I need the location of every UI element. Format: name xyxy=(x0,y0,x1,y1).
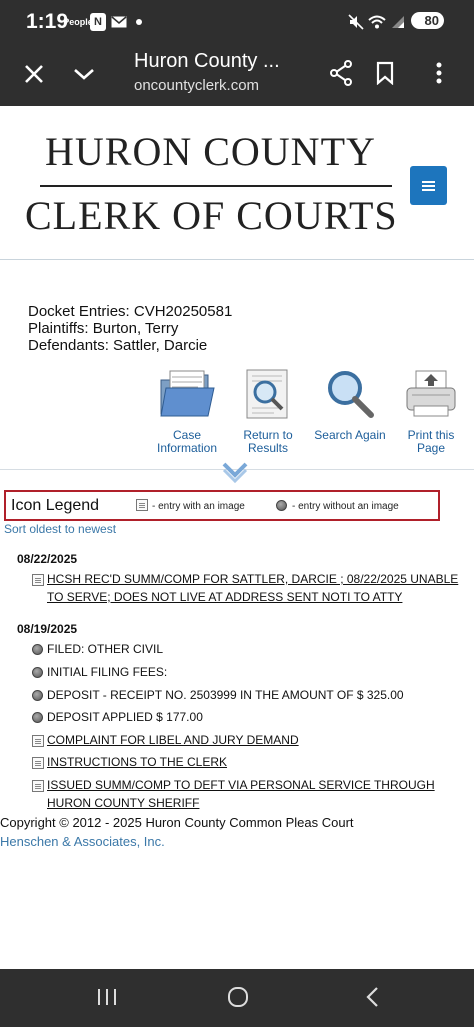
docket-number: Docket Entries: CVH20250581 xyxy=(28,303,233,320)
back-icon[interactable] xyxy=(362,986,384,1013)
document-icon xyxy=(32,574,44,586)
entry-text: DEPOSIT - RECEIPT NO. 2503999 IN THE AMO… xyxy=(47,688,404,702)
dot-icon xyxy=(32,644,43,655)
home-icon[interactable] xyxy=(227,986,249,1013)
logo-divider xyxy=(40,185,392,187)
search-again-button[interactable]: Search Again xyxy=(313,368,387,442)
entry-text: DEPOSIT APPLIED $ 177.00 xyxy=(47,710,203,724)
legend-title: Icon Legend xyxy=(11,497,100,514)
entry-date: 08/22/2025 xyxy=(17,552,78,566)
battery-indicator: 80 xyxy=(410,12,444,29)
entry-text[interactable]: COMPLAINT FOR LIBEL AND JURY DEMAND xyxy=(47,731,467,749)
url-display[interactable]: oncountyclerk.com xyxy=(134,77,259,94)
entry-text: FILED: OTHER CIVIL xyxy=(47,642,164,656)
document-icon xyxy=(32,735,44,747)
expand-chevron-icon[interactable] xyxy=(221,461,249,488)
print-page-button[interactable]: Print this Page xyxy=(400,368,462,455)
mail-icon xyxy=(111,13,127,31)
close-icon[interactable] xyxy=(20,60,48,88)
dot-icon xyxy=(32,690,43,701)
dot-icon xyxy=(276,500,287,511)
site-header: HURON COUNTY CLERK OF COURTS xyxy=(0,106,474,260)
document-icon xyxy=(32,780,44,792)
browser-toolbar: Huron County ... oncountyclerk.com xyxy=(0,44,474,106)
page-title[interactable]: Huron County ... xyxy=(134,50,280,73)
status-time: 1:19 xyxy=(26,10,69,33)
logo-line-2: CLERK OF COURTS xyxy=(25,193,398,238)
legend-without-image: - entry without an image xyxy=(292,501,399,512)
document-icon xyxy=(32,757,44,769)
entry-date: 08/19/2025 xyxy=(17,622,78,636)
entry-text[interactable]: HCSH REC'D SUMM/COMP FOR SATTLER, DARCIE… xyxy=(47,570,467,606)
return-to-results-button[interactable]: Return to Results xyxy=(236,368,300,455)
recents-icon[interactable] xyxy=(96,986,118,1013)
bookmark-icon[interactable] xyxy=(371,58,399,88)
entry-text[interactable]: INSTRUCTIONS TO THE CLERK xyxy=(47,753,467,771)
signal-icon xyxy=(390,13,406,31)
folder-icon xyxy=(150,368,224,423)
defendants: Defendants: Sattler, Darcie xyxy=(28,337,208,354)
status-bar: 1:19 People N 80 xyxy=(0,0,474,44)
copyright: Copyright © 2012 - 2025 Huron County Com… xyxy=(0,815,354,830)
legend-with-image: - entry with an image xyxy=(152,501,245,512)
logo-line-1: HURON COUNTY xyxy=(45,129,376,174)
entry-text: INITIAL FILING FEES: xyxy=(47,665,168,679)
chevron-down-icon[interactable] xyxy=(70,60,98,88)
share-icon[interactable] xyxy=(326,58,356,88)
entry-text[interactable]: ISSUED SUMM/COMP TO DEFT VIA PERSONAL SE… xyxy=(47,776,467,812)
more-vert-icon[interactable] xyxy=(428,58,450,88)
wifi-icon xyxy=(368,13,386,31)
mute-icon xyxy=(348,13,364,31)
sort-link[interactable]: Sort oldest to newest xyxy=(4,522,116,536)
case-information-button[interactable]: Case Information xyxy=(150,368,224,455)
printer-icon xyxy=(400,368,462,423)
menu-button[interactable] xyxy=(410,166,447,205)
vendor-link[interactable]: Henschen & Associates, Inc. xyxy=(0,834,165,849)
system-nav-bar xyxy=(0,969,474,1027)
document-icon xyxy=(136,499,148,511)
plaintiffs: Plaintiffs: Burton, Terry xyxy=(28,320,179,337)
docket-info: Docket Entries: CVH20250581 Plaintiffs: … xyxy=(28,303,232,354)
notification-dot-icon xyxy=(135,13,143,31)
hamburger-icon xyxy=(422,180,435,183)
n-app-icon: N xyxy=(90,13,106,31)
magnifier-icon xyxy=(313,368,387,423)
icon-legend: Icon Legend - entry with an image - entr… xyxy=(4,490,440,521)
people-app-icon: People xyxy=(63,17,93,27)
document-magnifier-icon xyxy=(236,368,300,423)
dot-icon xyxy=(32,667,43,678)
dot-icon xyxy=(32,712,43,723)
